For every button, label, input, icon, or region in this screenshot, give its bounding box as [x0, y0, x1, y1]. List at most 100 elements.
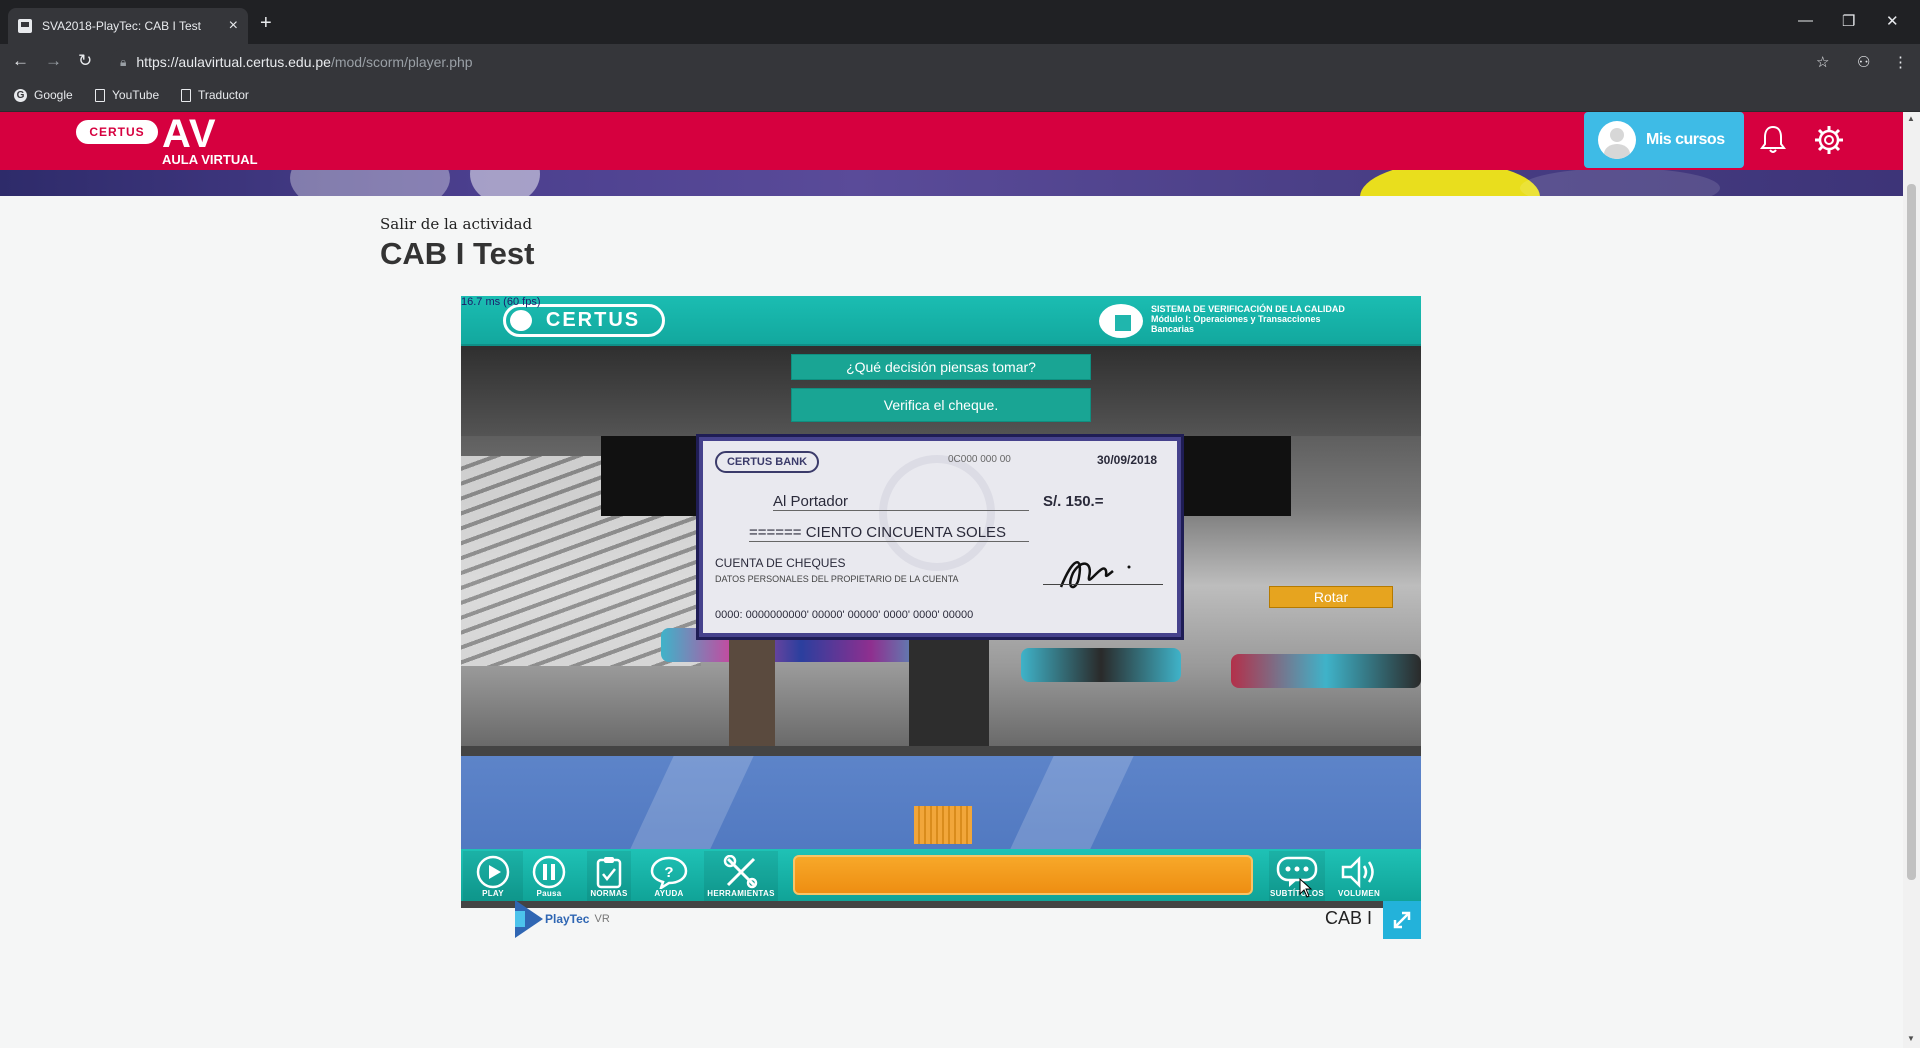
pause-button[interactable]: Pausa [519, 851, 579, 901]
scroll-down-icon[interactable]: ▼ [1907, 1034, 1915, 1043]
minimize-window-icon[interactable]: — [1798, 12, 1813, 29]
fullscreen-button[interactable] [1383, 901, 1421, 939]
page-title: CAB I Test [380, 236, 535, 271]
reload-icon[interactable]: ↻ [78, 51, 92, 71]
playtec-mark-icon [515, 900, 543, 938]
gear-icon[interactable] [1813, 124, 1845, 161]
subtitles-label: SUBTÍTULOS [1269, 889, 1325, 898]
site-header: CERTUS AV AULA VIRTUAL Mis cursos [0, 112, 1903, 170]
rules-button[interactable]: NORMAS [587, 851, 631, 901]
page-favicon-icon [18, 19, 32, 33]
expand-icon [1393, 911, 1411, 929]
barrier-icon [914, 806, 972, 844]
help-button[interactable]: ? AYUDA [644, 851, 694, 901]
cheque-owner-data: DATOS PERSONALES DEL PROPIETARIO DE LA C… [715, 574, 959, 584]
subtitles-button[interactable]: SUBTÍTULOS [1269, 851, 1325, 901]
scorm-game-frame[interactable]: 16.7 ms (60 fps) CERTUS SISTEMA DE VERIF… [461, 296, 1421, 908]
scrollbar-thumb[interactable] [1907, 184, 1916, 880]
my-courses-button[interactable]: Mis cursos [1584, 112, 1744, 168]
volume-button[interactable]: VOLUMEN [1331, 851, 1387, 901]
playtec-name: PlayTec [545, 912, 590, 926]
fps-counter: 16.7 ms (60 fps) [461, 296, 541, 308]
cheque-amount-words: ====== CIENTO CINCUENTA SOLES [749, 524, 1029, 542]
bookmark-star-icon[interactable]: ☆ [1816, 53, 1829, 71]
extension-icon[interactable]: ⚇ [1857, 53, 1870, 71]
cheque-micr-line: 0000: 0000000000' 00000' 00000' 0000' 00… [715, 609, 974, 621]
option-verify-cheque[interactable]: Verifica el cheque. [791, 388, 1091, 422]
bookmark-google[interactable]: G Google [14, 88, 73, 102]
cheque-amount: S/. 150.= [1043, 493, 1104, 510]
cheque-bank: CERTUS BANK [715, 451, 819, 473]
url-path: /mod/scorm/player.php [330, 54, 473, 70]
avatar [1598, 121, 1636, 159]
system-emblem-icon [1099, 304, 1143, 338]
tools-label: HERRAMIENTAS [707, 889, 775, 898]
activity-name: CAB I [1325, 908, 1373, 928]
scroll-up-icon[interactable]: ▲ [1907, 114, 1915, 123]
new-tab-button[interactable]: + [260, 12, 272, 35]
game-control-bar: PLAY Pausa NORMAS ? AYUDA HERRAMIENTAS S… [461, 849, 1421, 901]
rules-label: NORMAS [590, 889, 628, 898]
close-window-icon[interactable]: ✕ [1886, 12, 1899, 30]
page-scrollbar[interactable]: ▲ ▼ [1903, 112, 1920, 1048]
browser-menu-icon[interactable]: ⋮ [1893, 53, 1908, 71]
play-label: PLAY [482, 889, 504, 898]
page-icon [181, 88, 191, 102]
cheque-payee: Al Portador [773, 493, 1029, 511]
av-logo: AV [162, 112, 217, 156]
system-line-2: Módulo I: Operaciones y Transacciones [1151, 314, 1321, 324]
rotate-button[interactable]: Rotar [1269, 586, 1393, 608]
tools-button[interactable]: HERRAMIENTAS [704, 851, 778, 901]
game-header: CERTUS SISTEMA DE VERIFICACIÓN DE LA CAL… [461, 296, 1421, 346]
restore-window-icon[interactable]: ❐ [1842, 12, 1855, 30]
mouse-cursor-icon [1299, 878, 1313, 898]
system-title: SISTEMA DE VERIFICACIÓN DE LA CALIDAD Mó… [1099, 304, 1419, 338]
clipboard-icon [596, 857, 622, 889]
play-button[interactable]: PLAY [463, 851, 523, 901]
signature-icon [1059, 560, 1131, 589]
page-icon [95, 88, 105, 102]
bookmark-traductor[interactable]: Traductor [181, 88, 249, 102]
my-courses-label: Mis cursos [1646, 131, 1725, 148]
help-label: AYUDA [654, 889, 684, 898]
google-icon: G [14, 88, 27, 102]
playtec-vr: VR [594, 913, 610, 925]
playtec-logo: PlayTec VR [515, 900, 610, 938]
question-prompt: ¿Qué decisión piensas tomar? [791, 354, 1091, 380]
address-bar[interactable]: 🔒︎ https://aulavirtual.certus.edu.pe/mod… [110, 48, 1850, 76]
browser-tab[interactable]: SVA2018-PlayTec: CAB I Test × [8, 8, 248, 44]
bookmark-label: YouTube [112, 88, 160, 102]
volume-label: VOLUMEN [1337, 889, 1381, 898]
back-arrow-icon[interactable]: ← [12, 51, 29, 71]
cheque-date: 30/09/2018 [1097, 453, 1158, 467]
hero-banner [0, 168, 1903, 196]
bookmark-label: Traductor [198, 88, 249, 102]
play-icon [476, 855, 510, 889]
pause-icon [532, 855, 566, 889]
forward-arrow-icon[interactable]: → [45, 51, 62, 71]
tab-title: SVA2018-PlayTec: CAB I Test [42, 19, 201, 33]
certus-logo[interactable]: CERTUS [76, 120, 158, 144]
bell-icon[interactable] [1760, 124, 1786, 159]
cheque-account-type: CUENTA DE CHEQUES [715, 556, 846, 570]
aula-virtual-label: AULA VIRTUAL [162, 152, 258, 167]
system-line-3: Bancarias [1151, 324, 1195, 334]
lock-icon: 🔒︎ [120, 54, 127, 69]
subtitle-display [793, 855, 1253, 895]
svg-text:?: ? [664, 864, 673, 881]
game-certus-logo: CERTUS [503, 304, 665, 337]
volume-icon [1341, 855, 1374, 889]
browser-toolbar: ← → ↻ 🔒︎ https://aulavirtual.certus.edu.… [0, 44, 1920, 80]
tab-close-icon[interactable]: × [229, 17, 238, 35]
system-line-1: SISTEMA DE VERIFICACIÓN DE LA CALIDAD [1151, 304, 1345, 314]
url-host: https://aulavirtual.certus.edu.pe [136, 54, 331, 70]
browser-tab-strip: SVA2018-PlayTec: CAB I Test × + — ❐ ✕ [0, 0, 1920, 44]
exit-activity-link[interactable]: Salir de la actividad [380, 215, 532, 233]
tools-icon [723, 855, 758, 889]
pause-label: Pausa [536, 889, 562, 898]
bookmark-youtube[interactable]: YouTube [95, 88, 159, 102]
bookmarks-bar: G Google YouTube Traductor [0, 80, 1920, 112]
cheque[interactable]: CERTUS BANK 0C000 000 00 30/09/2018 Al P… [699, 437, 1181, 637]
page-content: CERTUS AV AULA VIRTUAL Mis cursos Salir … [0, 112, 1920, 1048]
help-bubble-icon: ? [650, 856, 688, 889]
